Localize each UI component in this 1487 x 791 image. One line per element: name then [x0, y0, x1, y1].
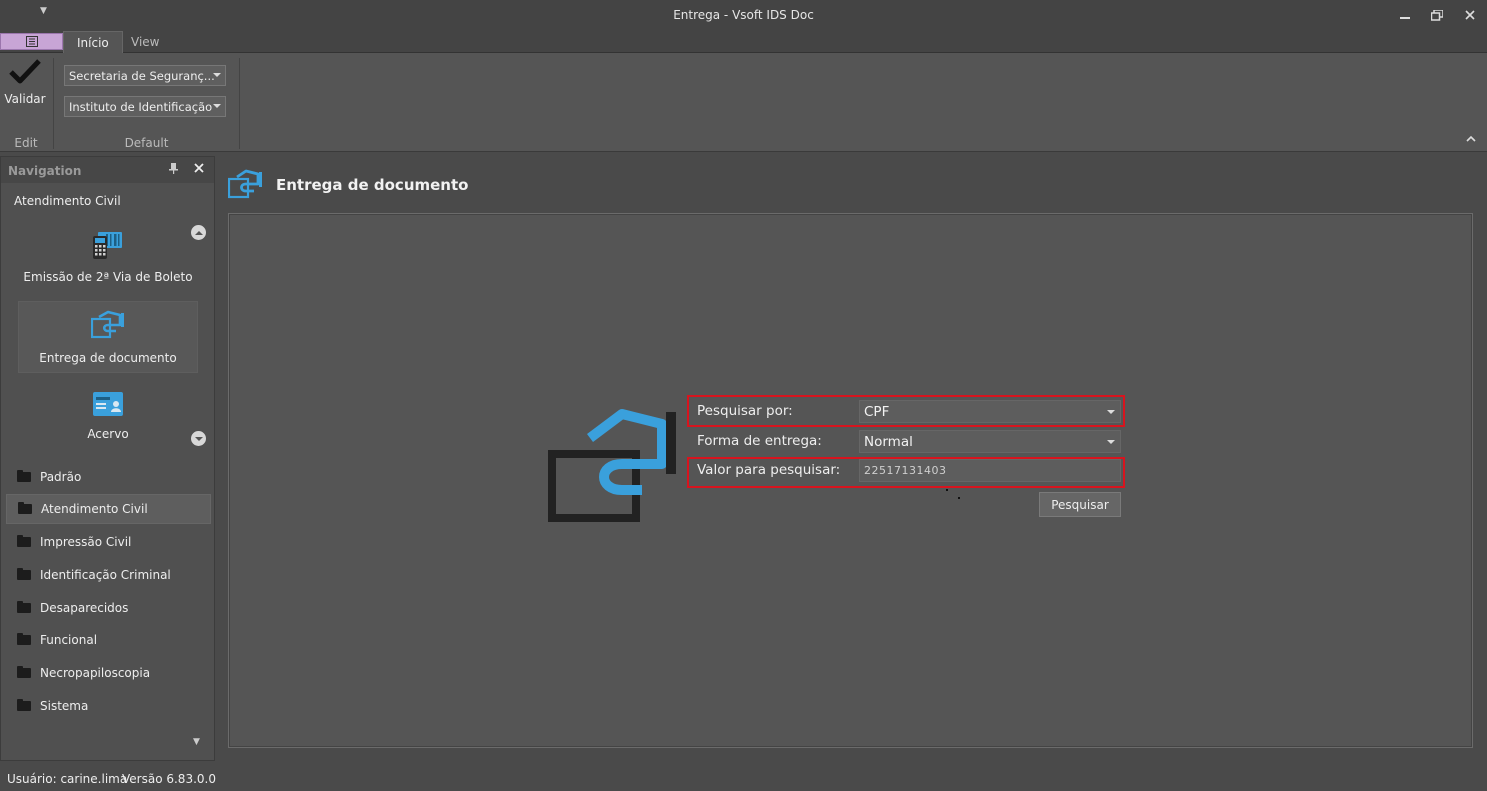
highlight-box	[687, 457, 1125, 488]
folder-icon	[17, 535, 31, 547]
group-separator	[239, 58, 240, 149]
pin-icon[interactable]	[169, 163, 178, 177]
navigation-group-title: Atendimento Civil	[14, 194, 121, 208]
minimize-icon	[1400, 17, 1410, 19]
instituto-combo[interactable]: Instituto de Identificação	[64, 96, 226, 117]
payment-terminal-icon	[93, 232, 122, 259]
nav-list-item-desaparecidos[interactable]: Desaparecidos	[6, 593, 211, 623]
folder-icon	[17, 666, 31, 678]
close-button[interactable]	[1458, 6, 1482, 24]
nav-list-item-impressao-civil[interactable]: Impressão Civil	[6, 527, 211, 557]
status-version: Versão 6.83.0.0	[122, 772, 216, 786]
nav-list-label: Atendimento Civil	[41, 502, 148, 516]
folder-icon	[17, 601, 31, 613]
menu-icon	[25, 36, 38, 47]
app-menu-button[interactable]	[0, 33, 63, 50]
secretaria-combo-value: Secretaria de Seguranç...	[69, 68, 215, 83]
title-bar: ▼ Entrega - Vsoft IDS Doc	[0, 0, 1487, 30]
page-title: Entrega de documento	[276, 176, 469, 194]
forma-entrega-value: Normal	[864, 433, 913, 450]
collapse-ribbon-icon[interactable]	[1466, 134, 1476, 145]
close-icon[interactable]	[194, 161, 204, 177]
navigation-title: Navigation	[8, 164, 82, 178]
nav-list-label: Sistema	[40, 699, 89, 713]
document-delivery-icon	[546, 408, 682, 527]
chevron-down-icon	[1107, 440, 1115, 444]
nav-list-label: Desaparecidos	[40, 601, 129, 615]
nav-item-acervo[interactable]: Acervo	[18, 391, 198, 446]
nav-list-item-sistema[interactable]: Sistema	[6, 691, 211, 721]
nav-item-emissao-boleto[interactable]: Emissão de 2ª Via de Boleto	[18, 230, 198, 295]
nav-list-item-funcional[interactable]: Funcional	[6, 625, 211, 655]
validar-label: Validar	[4, 92, 46, 106]
restore-icon	[1431, 9, 1443, 21]
folder-icon	[18, 502, 32, 514]
checkmark-icon	[9, 59, 41, 84]
scroll-down-button[interactable]	[191, 431, 206, 446]
close-icon	[1465, 10, 1475, 20]
nav-item-label: Emissão de 2ª Via de Boleto	[23, 270, 193, 284]
document-delivery-icon	[91, 310, 124, 339]
minimize-button[interactable]	[1393, 6, 1417, 24]
cursor-artifact	[946, 489, 948, 491]
nav-list-item-identificacao-criminal[interactable]: Identificação Criminal	[6, 560, 211, 590]
folder-icon	[17, 633, 31, 645]
nav-list-item-necropapiloscopia[interactable]: Necropapiloscopia	[6, 658, 211, 688]
highlight-box	[687, 395, 1125, 427]
nav-overflow-icon[interactable]: ▼	[193, 737, 200, 747]
cursor-artifact	[958, 497, 960, 499]
nav-list-label: Impressão Civil	[40, 535, 132, 549]
default-group-label: Default	[124, 136, 169, 150]
chevron-down-icon	[213, 73, 221, 77]
pesquisar-button[interactable]: Pesquisar	[1039, 492, 1121, 517]
nav-list-item-padrao[interactable]: Padrão	[6, 462, 211, 492]
instituto-combo-value: Instituto de Identificação	[69, 99, 213, 114]
navigation-panel: Navigation Atendimento Civil Emissão de …	[0, 156, 215, 761]
nav-list-label: Necropapiloscopia	[40, 666, 151, 680]
nav-list-label: Padrão	[40, 470, 82, 484]
chevron-down-icon	[213, 104, 221, 108]
nav-list-label: Identificação Criminal	[40, 568, 171, 582]
nav-list-label: Funcional	[40, 633, 98, 647]
forma-entrega-select[interactable]: Normal	[859, 430, 1121, 453]
window-title: Entrega - Vsoft IDS Doc	[673, 8, 814, 22]
folder-icon	[17, 470, 31, 482]
forma-entrega-label: Forma de entrega:	[697, 433, 822, 449]
nav-list-item-atendimento-civil[interactable]: Atendimento Civil	[6, 494, 211, 524]
nav-item-label: Acervo	[87, 427, 129, 441]
edit-group-label: Edit	[14, 136, 38, 150]
ribbon-tab-strip	[0, 30, 1487, 53]
folder-icon	[17, 568, 31, 580]
restore-button[interactable]	[1425, 6, 1449, 24]
id-card-icon	[93, 392, 123, 416]
validar-button[interactable]: Validar	[3, 58, 47, 120]
nav-item-entrega-documento[interactable]: Entrega de documento	[18, 301, 198, 373]
folder-icon	[17, 699, 31, 711]
tab-inicio[interactable]: Início	[63, 31, 123, 53]
chevron-down-icon	[194, 436, 203, 441]
document-delivery-icon	[227, 167, 264, 202]
status-bar: Usuário: carine.lima Versão 6.83.0.0	[0, 765, 1487, 791]
nav-item-label: Entrega de documento	[39, 351, 177, 365]
secretaria-combo[interactable]: Secretaria de Seguranç...	[64, 65, 226, 86]
tab-view[interactable]: View	[118, 31, 172, 53]
navigation-header: Navigation	[1, 157, 214, 183]
status-user: Usuário: carine.lima	[7, 772, 128, 786]
